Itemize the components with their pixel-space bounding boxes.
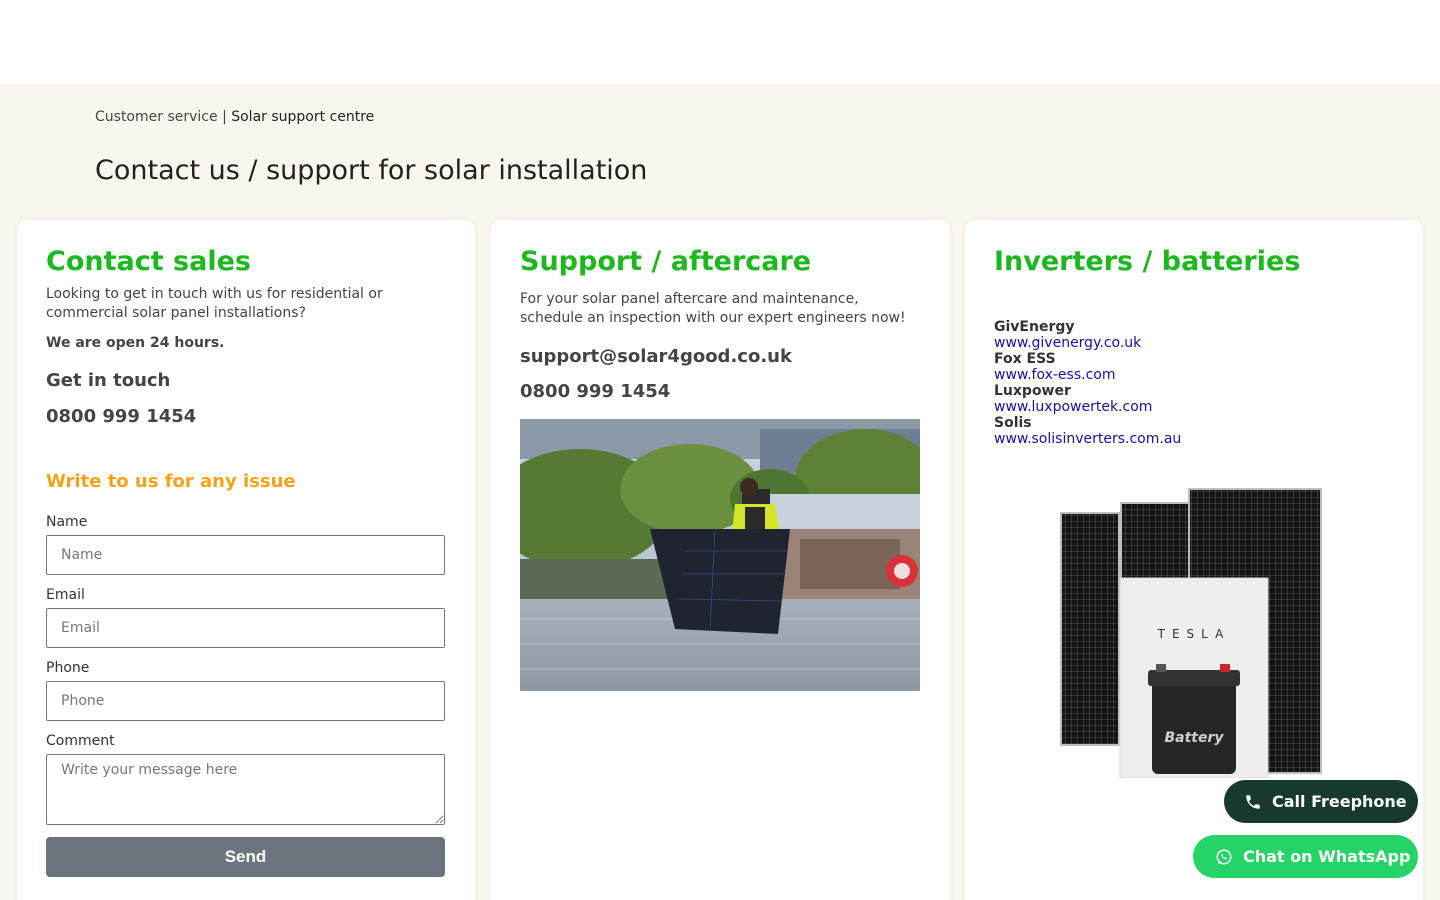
support-card: Support / aftercare For your solar panel…: [491, 220, 950, 900]
email-input[interactable]: [46, 608, 445, 648]
name-label: Name: [46, 514, 88, 530]
get-in-touch-label: Get in touch: [46, 370, 171, 391]
support-heading: Support / aftercare: [520, 246, 812, 277]
send-button[interactable]: Send: [46, 837, 445, 877]
solar-panels-battery-image: TESLA Battery: [1060, 486, 1322, 779]
form-heading: Write to us for any issue: [46, 471, 296, 492]
top-header: [0, 0, 1440, 84]
breadcrumb-separator: |: [222, 109, 227, 125]
phone-input[interactable]: [46, 681, 445, 721]
inverters-heading: Inverters / batteries: [994, 246, 1301, 277]
brand-list: GivEnergy www.givenergy.co.uk Fox ESS ww…: [994, 319, 1181, 447]
whatsapp-icon: [1216, 849, 1232, 864]
brand-name: GivEnergy: [994, 319, 1075, 335]
opening-hours: We are open 24 hours.: [46, 335, 225, 351]
brand-solis: Solis www.solisinverters.com.au: [994, 415, 1181, 447]
contact-sales-heading: Contact sales: [46, 246, 251, 277]
brand-luxpower: Luxpower www.luxpowertek.com: [994, 383, 1181, 415]
brand-name: Luxpower: [994, 383, 1071, 399]
email-label: Email: [46, 587, 85, 603]
support-intro: For your solar panel aftercare and maint…: [520, 291, 906, 326]
wall-battery-logo: TESLA: [1157, 627, 1231, 641]
sales-phone-link[interactable]: 0800 999 1454: [46, 406, 196, 427]
comment-textarea[interactable]: [46, 754, 445, 825]
name-input[interactable]: [46, 535, 445, 575]
whatsapp-chat-button[interactable]: Chat on WhatsApp: [1193, 835, 1418, 878]
breadcrumb: Customer service | Solar support centre: [95, 109, 374, 125]
comment-label: Comment: [46, 733, 115, 749]
engineer-installing-panel-photo: [520, 419, 920, 691]
brand-name: Fox ESS: [994, 351, 1056, 367]
phone-icon: [1246, 794, 1260, 809]
battery-label: Battery: [1164, 730, 1224, 746]
breadcrumb-customer-service[interactable]: Customer service: [95, 109, 218, 125]
phone-label: Phone: [46, 660, 90, 676]
breadcrumb-current: Solar support centre: [231, 109, 375, 125]
call-freephone-label: Call Freephone: [1272, 792, 1407, 811]
whatsapp-label: Chat on WhatsApp: [1243, 847, 1411, 866]
brand-name: Solis: [994, 415, 1032, 431]
brand-link[interactable]: www.luxpowertek.com: [994, 399, 1181, 415]
call-freephone-button[interactable]: Call Freephone: [1224, 780, 1418, 823]
brand-link[interactable]: www.solisinverters.com.au: [994, 431, 1181, 447]
page-title: Contact us / support for solar installat…: [95, 155, 648, 186]
brand-link[interactable]: www.fox-ess.com: [994, 367, 1181, 383]
contact-sales-card: Contact sales Looking to get in touch wi…: [17, 220, 475, 900]
support-email-link[interactable]: support@solar4good.co.uk: [520, 346, 792, 367]
brand-givenergy: GivEnergy www.givenergy.co.uk: [994, 319, 1181, 351]
brand-link[interactable]: www.givenergy.co.uk: [994, 335, 1181, 351]
support-phone-link[interactable]: 0800 999 1454: [520, 381, 670, 402]
contact-sales-intro: Looking to get in touch with us for resi…: [46, 286, 383, 321]
brand-fox-ess: Fox ESS www.fox-ess.com: [994, 351, 1181, 383]
